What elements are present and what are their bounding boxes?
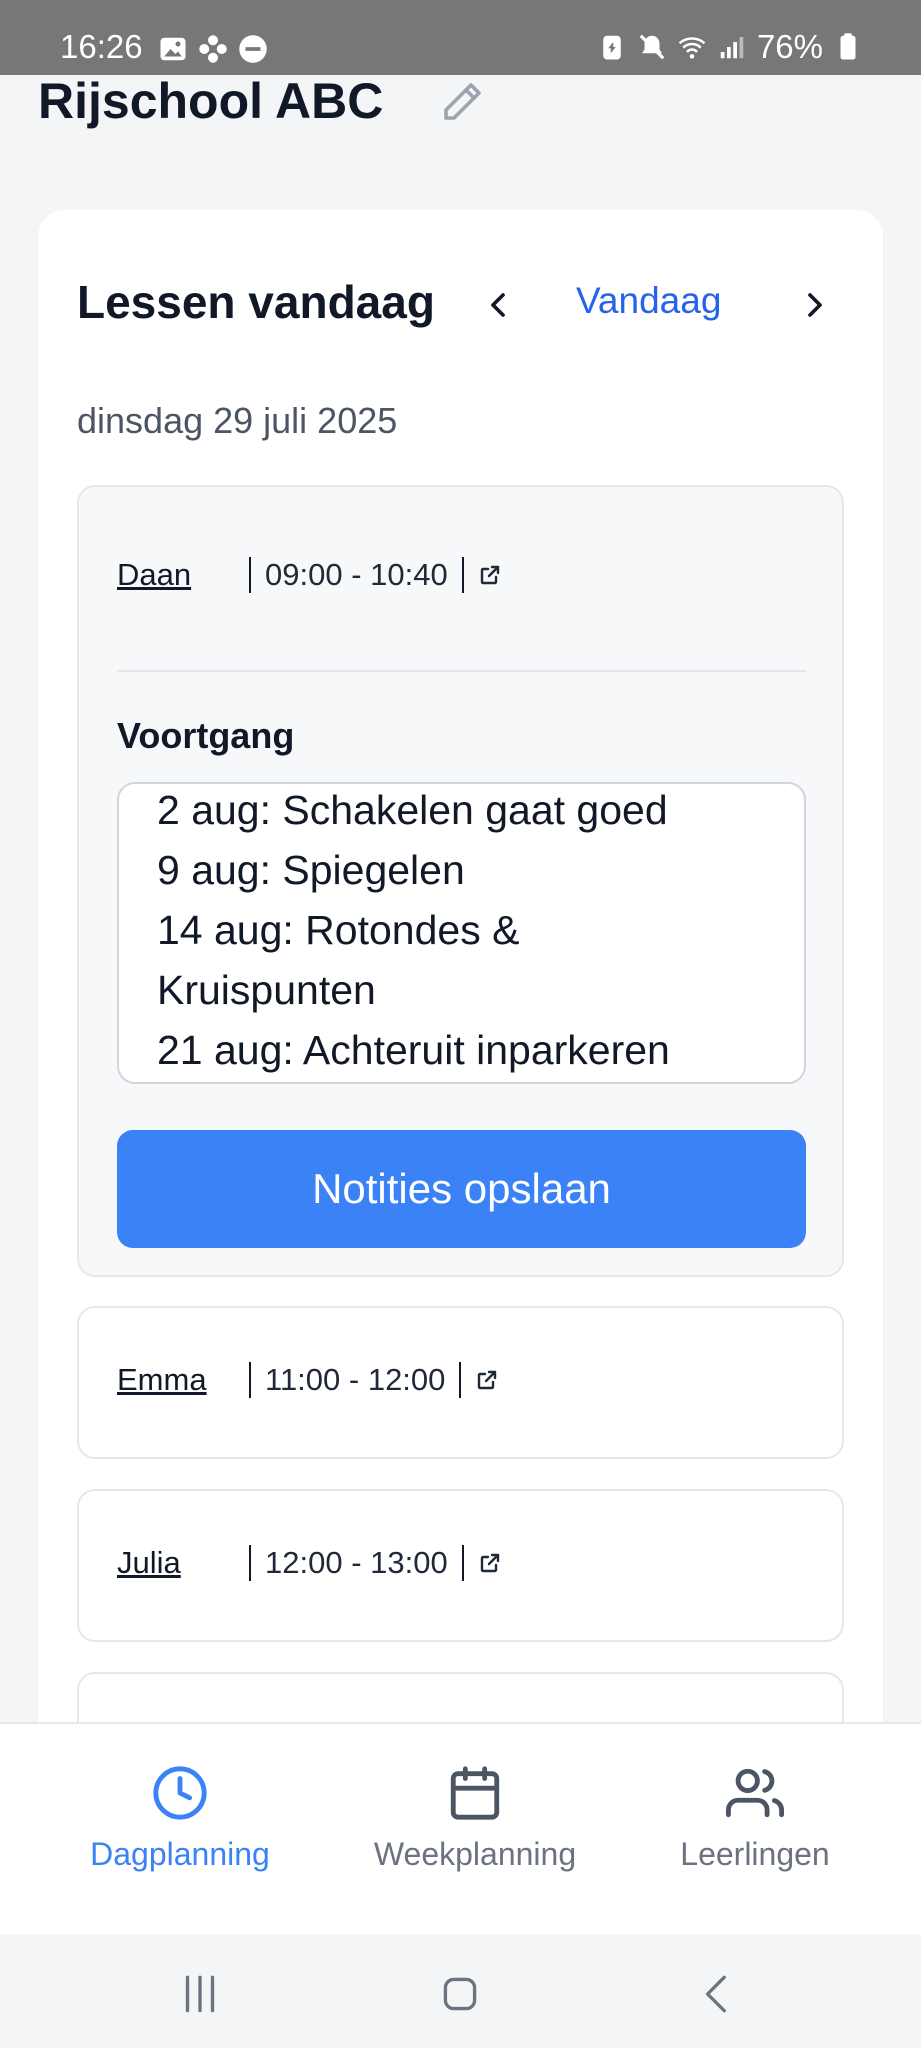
separator <box>461 1545 464 1581</box>
mute-icon <box>639 34 665 60</box>
card-title: Lessen vandaag <box>77 276 435 328</box>
separator <box>249 1362 251 1398</box>
divider <box>117 670 806 672</box>
notes-line: 9 aug: Spiegelen <box>157 847 465 893</box>
back-icon[interactable] <box>693 1969 743 2019</box>
current-date: dinsdag 29 juli 2025 <box>77 400 398 441</box>
status-bar: 16:26 76% <box>0 0 921 75</box>
nav-label: Weekplanning <box>373 1836 577 1872</box>
lesson-item[interactable]: Emma 11:00 - 12:00 <box>77 1306 844 1459</box>
nav-dagplanning[interactable]: Dagplanning <box>50 1764 310 1873</box>
lesson-header: Julia 12:00 - 13:00 <box>117 1545 502 1581</box>
flower-icon <box>199 35 227 63</box>
lesson-time: 09:00 - 10:40 <box>265 557 448 592</box>
users-icon <box>726 1768 784 1818</box>
save-notes-button[interactable]: Notities opslaan <box>117 1130 806 1248</box>
progress-notes-textarea[interactable]: 2 aug: Schakelen gaat goed 9 aug: Spiege… <box>117 782 806 1084</box>
separator <box>249 1545 251 1581</box>
lesson-time: 12:00 - 13:00 <box>265 1545 448 1580</box>
external-link-icon[interactable] <box>478 1551 502 1575</box>
notes-line: 14 aug: Rotondes & <box>157 907 520 953</box>
recent-apps-icon[interactable] <box>175 1969 225 2019</box>
battery-percentage: 76% <box>756 28 823 65</box>
notes-line: Kruispunten <box>157 967 376 1013</box>
external-link-icon[interactable] <box>475 1368 499 1392</box>
external-link-icon[interactable] <box>478 563 502 587</box>
notes-line: 21 aug: Achteruit inparkeren <box>157 1027 670 1073</box>
lessons-today-card: Lessen vandaag Vandaag dinsdag 29 juli 2… <box>38 210 883 1872</box>
today-button[interactable]: Vandaag <box>576 280 721 322</box>
progress-label: Voortgang <box>117 715 295 756</box>
previous-day-chevron-icon[interactable] <box>478 285 518 325</box>
lesson-header: Daan 09:00 - 10:40 <box>117 557 502 593</box>
calendar-icon <box>450 1766 500 1820</box>
lesson-header: Emma 11:00 - 12:00 <box>117 1362 499 1398</box>
clock-icon <box>153 1766 207 1820</box>
system-navigation-bar <box>0 1934 921 2048</box>
wifi-icon <box>678 37 706 59</box>
home-icon[interactable] <box>435 1969 485 2019</box>
student-name-link[interactable]: Emma <box>117 1362 235 1398</box>
nav-label: Dagplanning <box>90 1836 270 1872</box>
signal-icon <box>720 37 744 59</box>
separator <box>461 557 464 593</box>
lesson-item[interactable]: Julia 12:00 - 13:00 <box>77 1489 844 1642</box>
battery-saver-icon <box>603 35 621 60</box>
dnd-icon <box>239 35 267 63</box>
nav-leerlingen[interactable]: Leerlingen <box>625 1764 885 1873</box>
edit-pencil-icon[interactable] <box>438 78 486 126</box>
nav-weekplanning[interactable]: Weekplanning <box>345 1764 605 1873</box>
separator <box>249 557 251 593</box>
student-name-link[interactable]: Daan <box>117 557 235 593</box>
lesson-item: Daan 09:00 - 10:40 Voortgang 2 aug: Scha… <box>77 485 844 1277</box>
next-day-chevron-icon[interactable] <box>795 285 835 325</box>
nav-label: Leerlingen <box>680 1836 830 1872</box>
notes-line: 2 aug: Schakelen gaat goed <box>157 787 668 833</box>
student-name-link[interactable]: Julia <box>117 1545 235 1581</box>
status-time: 16:26 <box>60 28 143 65</box>
image-icon <box>160 37 186 61</box>
bottom-navigation: Dagplanning Weekplanning Leerlingen <box>0 1722 921 1934</box>
lesson-time: 11:00 - 12:00 <box>265 1362 446 1397</box>
battery-icon <box>840 33 856 60</box>
separator <box>459 1362 462 1398</box>
page-title: Rijschool ABC <box>38 73 384 129</box>
